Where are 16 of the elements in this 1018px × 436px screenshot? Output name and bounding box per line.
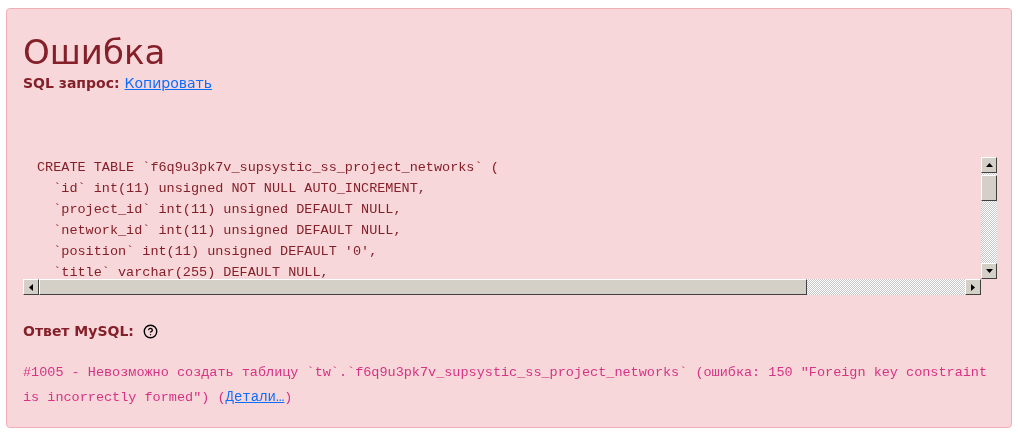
right-arrow-icon bbox=[971, 283, 975, 291]
details-link[interactable]: Детали… bbox=[225, 389, 285, 405]
scroll-thumb[interactable] bbox=[39, 279, 807, 295]
horizontal-scrollbar[interactable] bbox=[23, 279, 981, 295]
sql-query-label: SQL запрос: bbox=[23, 75, 120, 91]
scroll-thumb[interactable] bbox=[981, 175, 997, 201]
sql-code-area: CREATE TABLE `f6q9u3pk7v_supsystic_ss_project_networks` ( `id` int(11) unsigned NOT NULL AUTO_INCREMENT, `project_id` int(11) unsigned DEFAULT NULL, `network_id` int(11) unsigned DEFAULT NULL, `position` int(11) unsigned DEFAULT '0', `title` varchar(255) DEFAULT NULL, bbox=[23, 157, 981, 279]
copy-link[interactable]: Копировать bbox=[124, 75, 213, 91]
mysql-response-label: Ответ MySQL: bbox=[23, 323, 134, 339]
down-arrow-icon bbox=[985, 269, 993, 273]
error-message: #1005 - Невозможно создать таблицу `tw`.`f6q9u3pk7v_supsystic_ss_project_networks` (ошибка: 150 "Foreign key constraint is incorrectly formed") (Детали…) bbox=[23, 364, 989, 407]
error-title: Ошибка bbox=[23, 31, 167, 74]
help-icon[interactable] bbox=[142, 323, 158, 339]
left-arrow-icon bbox=[29, 283, 33, 291]
vertical-scrollbar[interactable] bbox=[981, 157, 997, 279]
up-arrow-icon bbox=[985, 163, 993, 167]
